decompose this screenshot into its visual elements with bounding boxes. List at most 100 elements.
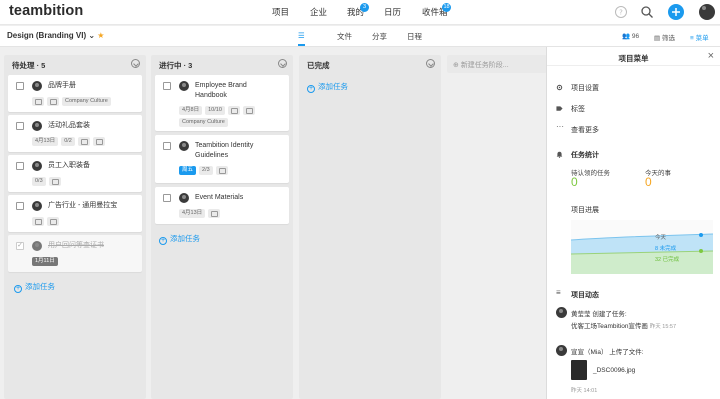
plus-icon: + xyxy=(14,285,22,293)
comment-icon xyxy=(208,209,221,218)
add-task-label: 添加任务 xyxy=(170,234,200,243)
plus-icon: + xyxy=(159,237,167,245)
stats-title: 任务统计 xyxy=(571,152,599,159)
task-tags: 周五 2/3 xyxy=(179,166,228,175)
project-header-bar: Design (Branding VI) ⌄ ★ ☰ 文件 分享 日程 👥 96… xyxy=(0,26,720,47)
chart-legend-complete: 32 已完成 xyxy=(655,255,680,263)
filter-icon: ▤ xyxy=(654,35,661,42)
avatar[interactable] xyxy=(556,345,567,356)
activity-user[interactable]: 宣宣（Mia） xyxy=(571,349,607,356)
project-title-text: Design (Branding VI) xyxy=(7,31,87,40)
note-icon xyxy=(77,137,90,146)
top-navigation-bar: teambition 项目 企业 我的 3 日历 收件箱 18 ? xyxy=(0,0,720,25)
task-card[interactable]: 活动礼品套装 4月13日 0/2 xyxy=(8,115,142,152)
activity-target[interactable]: 优客工场Teambition宣传画 xyxy=(571,323,648,330)
nav-projects[interactable]: 项目 xyxy=(272,6,289,18)
user-avatar[interactable] xyxy=(699,4,715,20)
task-checkbox-checked[interactable]: ✓ xyxy=(16,242,24,250)
members-button[interactable]: 👥 96 xyxy=(622,32,639,40)
avatar xyxy=(179,81,189,91)
due-date-tag: 1月11日 xyxy=(32,257,58,266)
tab-files[interactable]: 文件 xyxy=(337,31,352,42)
new-stage-input[interactable]: ⊕ 新建任务阶段... xyxy=(447,55,547,73)
help-icon[interactable]: ? xyxy=(614,5,628,19)
task-tags: 0/3 xyxy=(32,177,61,186)
search-icon[interactable] xyxy=(640,5,654,19)
task-checkbox[interactable] xyxy=(16,122,24,130)
task-card[interactable]: 广告行业 - 通用曼拉宝 xyxy=(8,195,142,232)
task-checkbox[interactable] xyxy=(163,82,171,90)
subtask-tag: 2/3 xyxy=(199,166,213,175)
task-tag: Company Culture xyxy=(62,97,111,106)
stage-title: 已完成 xyxy=(307,61,330,70)
stage-title: 待处理 · 5 xyxy=(12,61,46,70)
activity-user[interactable]: 黄莹莹 xyxy=(571,311,591,318)
task-card[interactable]: 品牌手册 Company Culture xyxy=(8,75,142,112)
stage-menu-icon[interactable] xyxy=(426,59,435,68)
stat-pending-value[interactable]: 0 xyxy=(571,175,578,189)
task-checkbox[interactable] xyxy=(163,142,171,150)
progress-chart[interactable]: 今天 8 未完成 32 已完成 xyxy=(571,220,713,274)
stat-today-value[interactable]: 0 xyxy=(645,175,652,189)
complete-area xyxy=(571,251,713,274)
task-title: Employee Brand Handbook xyxy=(195,82,247,99)
add-task-button[interactable]: + 添加任务 xyxy=(307,81,348,93)
comment-icon xyxy=(92,137,105,146)
avatar[interactable] xyxy=(556,307,567,318)
add-icon[interactable] xyxy=(668,4,684,20)
task-checkbox[interactable] xyxy=(16,202,24,210)
menu-item-project-settings[interactable]: 项目设置 xyxy=(571,83,599,93)
star-icon[interactable]: ★ xyxy=(97,31,104,40)
panel-header: 项目菜单 × xyxy=(547,47,720,66)
panel-title: 项目菜单 xyxy=(618,54,649,63)
task-card[interactable]: 员工入职装备 0/3 xyxy=(8,155,142,192)
task-tags: 4月8日 10/10 Company Culture xyxy=(179,106,287,127)
avatar xyxy=(179,141,189,151)
project-title[interactable]: Design (Branding VI) ⌄ ★ xyxy=(7,31,104,40)
logo[interactable]: teambition xyxy=(9,3,83,19)
add-task-button[interactable]: + 添加任务 xyxy=(14,281,55,293)
task-title: 用户回问等查证书 xyxy=(48,242,104,249)
file-thumbnail[interactable] xyxy=(571,360,587,380)
task-card[interactable]: Teambition Identity Guidelines 周五 2/3 xyxy=(155,135,289,183)
avatar xyxy=(32,161,42,171)
close-icon[interactable]: × xyxy=(708,50,714,62)
task-card-done[interactable]: ✓ 用户回问等查证书 1月11日 xyxy=(8,235,142,272)
task-checkbox[interactable] xyxy=(163,194,171,202)
menu-button[interactable]: ≡ 菜单 xyxy=(690,32,709,42)
stage-menu-icon[interactable] xyxy=(278,59,287,68)
tab-share[interactable]: 分享 xyxy=(372,31,387,42)
task-checkbox[interactable] xyxy=(16,162,24,170)
task-card[interactable]: Event Materials 4月13日 xyxy=(155,187,289,224)
nav-inbox-badge: 18 xyxy=(442,3,451,12)
task-board: 待处理 · 5 品牌手册 Company Culture 活动礼品套装 4月13… xyxy=(0,47,547,399)
new-stage-placeholder: 新建任务阶段... xyxy=(460,62,509,69)
activity-time: 昨天 15:57 xyxy=(649,324,677,330)
nav-calendar[interactable]: 日历 xyxy=(384,6,401,18)
note-icon xyxy=(32,97,44,106)
menu-item-tags[interactable]: 标签 xyxy=(571,104,585,114)
activity-file-name[interactable]: _DSC0096.jpg xyxy=(593,367,635,374)
comment-icon xyxy=(47,97,59,106)
menu-item-more[interactable]: 查看更多 xyxy=(571,125,599,135)
project-menu-panel: 项目菜单 × 项目设置 标签 ··· 查看更多 任务统计 待认领的任务 0 今天的… xyxy=(546,47,720,399)
add-task-button[interactable]: + 添加任务 xyxy=(159,233,200,245)
nav-company[interactable]: 企业 xyxy=(310,6,327,18)
task-title: Teambition Identity Guidelines xyxy=(195,142,254,159)
chart-legend-incomplete: 8 未完成 xyxy=(655,244,677,252)
stage-menu-icon[interactable] xyxy=(131,59,140,68)
more-icon: ··· xyxy=(556,122,564,131)
filter-button[interactable]: ▤ 筛选 xyxy=(654,32,675,42)
tab-tasks[interactable]: ☰ xyxy=(298,31,305,46)
task-title: Event Materials xyxy=(195,194,244,201)
filter-label: 筛选 xyxy=(661,35,675,42)
activity-detail: 优客工场Teambition宣传画 昨天 15:57 xyxy=(571,320,676,330)
task-checkbox[interactable] xyxy=(16,82,24,90)
tab-schedule[interactable]: 日程 xyxy=(407,31,422,42)
task-tags: Company Culture xyxy=(32,97,111,106)
task-card[interactable]: Employee Brand Handbook 4月8日 10/10 Compa… xyxy=(155,75,289,131)
stage-header: 进行中 · 3 xyxy=(151,55,293,73)
task-tags: 4月13日 0/2 xyxy=(32,137,105,146)
gear-icon xyxy=(556,84,563,91)
task-title: 员工入职装备 xyxy=(48,162,90,169)
